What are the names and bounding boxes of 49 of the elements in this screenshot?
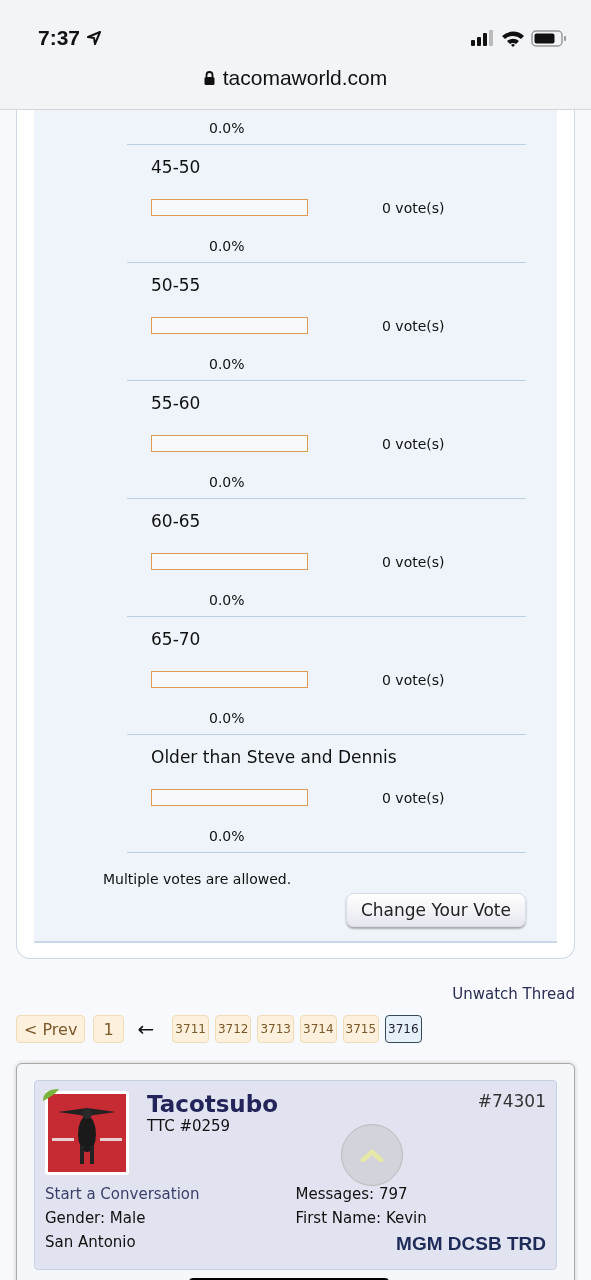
page-button[interactable]: 3715 xyxy=(342,1015,380,1043)
wifi-icon xyxy=(501,29,525,47)
vote-count: 0 vote(s) xyxy=(382,199,445,216)
unwatch-link[interactable]: Unwatch Thread xyxy=(452,985,575,1003)
page-button[interactable]: 1 xyxy=(93,1015,124,1043)
profile-field: San Antonio xyxy=(45,1233,296,1251)
change-vote-button[interactable]: Change Your Vote xyxy=(345,893,526,927)
option-label: 50-55 xyxy=(151,275,202,295)
page-button[interactable]: 3712 xyxy=(214,1015,252,1043)
vehicle-text: MGM DCSB TRD xyxy=(396,1233,546,1255)
clock-time: 7:37 xyxy=(38,26,81,50)
percent-text: 0.0% xyxy=(209,828,246,844)
page-button[interactable]: 3716 xyxy=(385,1015,422,1043)
battery-icon xyxy=(531,29,567,47)
vote-count: 0 vote(s) xyxy=(382,789,445,806)
option-label: 60-65 xyxy=(151,511,202,531)
profile-field: Messages: 797 xyxy=(295,1185,546,1203)
page-gap-arrow: ← xyxy=(137,1017,155,1041)
chevron-up-icon xyxy=(360,1148,384,1162)
signal-icon xyxy=(471,30,495,46)
user-title: TTC #0259 xyxy=(147,1117,232,1135)
option-label: 45-50 xyxy=(151,157,202,177)
username[interactable]: Tacotsubo xyxy=(147,1091,478,1117)
prev-page-button[interactable]: < Prev xyxy=(16,1015,86,1043)
percent-text: 0.0% xyxy=(209,238,246,254)
start-conversation-link[interactable]: Start a Conversation xyxy=(45,1185,296,1203)
percent-text: 0.0% xyxy=(209,356,246,372)
vote-count: 0 vote(s) xyxy=(382,435,445,452)
location-arrow-icon xyxy=(86,30,103,46)
percent-text: 0.0% xyxy=(209,592,246,608)
lock-icon xyxy=(203,71,215,85)
option-label: 65-70 xyxy=(151,629,202,649)
poll-note: Multiple votes are allowed. xyxy=(103,871,293,887)
option-label: 55-60 xyxy=(151,393,202,413)
page-button[interactable]: 3713 xyxy=(257,1015,294,1043)
page-button[interactable]: 3714 xyxy=(300,1015,337,1043)
page-button[interactable]: 3711 xyxy=(172,1015,209,1043)
option-label: Older than Steve and Dennis xyxy=(151,747,398,767)
url-text[interactable]: tacomaworld.com xyxy=(222,66,388,90)
percent-text: 0.0% xyxy=(209,710,246,726)
profile-field: Gender: Male xyxy=(45,1209,296,1227)
leaf-icon xyxy=(43,1089,59,1101)
vote-count: 0 vote(s) xyxy=(382,317,445,334)
vote-count: 0 vote(s) xyxy=(382,553,445,570)
percent-text: 0.0% xyxy=(209,120,246,136)
percent-text: 0.0% xyxy=(209,474,246,490)
vote-count: 0 vote(s) xyxy=(382,671,445,688)
post-number[interactable]: #74301 xyxy=(477,1091,546,1111)
profile-field: First Name: Kevin xyxy=(295,1209,546,1227)
